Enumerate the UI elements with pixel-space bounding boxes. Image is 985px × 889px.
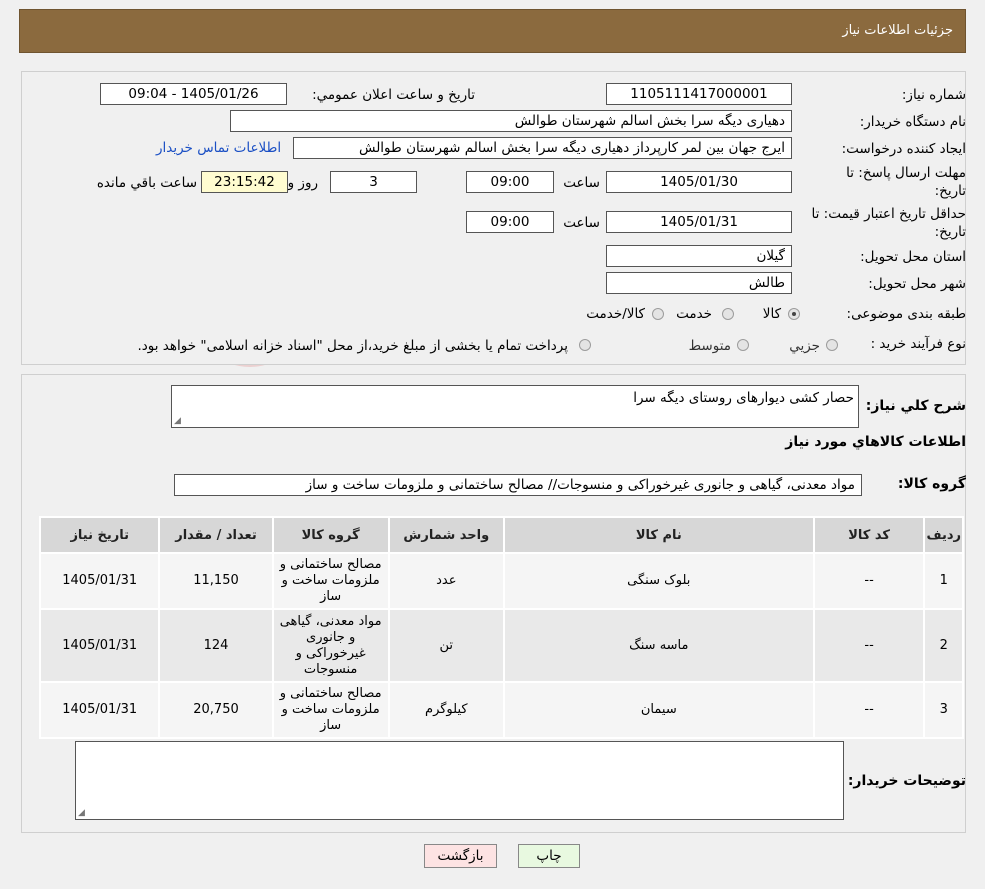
cell-row-number: 2	[923, 608, 964, 683]
need-number-field: 1105111417000001	[606, 83, 792, 105]
validity-time-label: ساعت	[563, 215, 600, 231]
creator-field: ایرج جهان بین لمر کارپرداز دهیاری دیگه س…	[293, 137, 792, 159]
category-radio-goods[interactable]	[788, 308, 800, 320]
cell-item-group: مواد معدنی، گیاهی و جانوری غیرخوراکی و م…	[271, 608, 390, 683]
goods-table: رديف کد کالا نام كالا واحد شمارش گروه کا…	[38, 516, 964, 739]
cell-quantity: 11,150	[158, 552, 274, 610]
days-label: روز و	[287, 175, 318, 191]
cell-item-name: ماسه سنگ	[502, 608, 815, 683]
cell-quantity: 20,750	[158, 681, 274, 739]
city-label: شهر محل تحویل:	[868, 276, 966, 292]
buyer-org-field: دهیاری دیگه سرا بخش اسالم شهرستان طوالش	[230, 110, 792, 132]
deadline-label-date: تاریخ:	[934, 183, 966, 199]
cell-item-name: بلوک سنگی	[502, 552, 815, 610]
deadline-date-field: 1405/01/30	[606, 171, 792, 193]
deadline-label: مهلت ارسال پاسخ: تا	[846, 165, 966, 181]
city-field: طالش	[606, 272, 792, 294]
process-option-partial: جزيي	[789, 338, 820, 354]
category-radio-goods-service[interactable]	[652, 308, 664, 320]
cell-item-code: --	[812, 608, 926, 683]
col-quantity: تعداد / مقدار	[158, 516, 274, 554]
cell-row-number: 3	[923, 681, 964, 739]
process-radio-partial[interactable]	[826, 339, 838, 351]
buyer-notes-label: توضیحات خریدار:	[847, 773, 966, 789]
col-item-name: نام كالا	[502, 516, 815, 554]
validity-label: حداقل تاریخ اعتبار قیمت: تا	[811, 206, 966, 222]
col-row-number: رديف	[923, 516, 964, 554]
table-row: 3 -- سیمان کیلوگرم مصالح ساختمانی و ملزو…	[38, 681, 964, 739]
province-label: استان محل تحویل:	[860, 249, 966, 265]
goods-group-label: گروه كالا:	[897, 476, 966, 492]
province-field: گیلان	[606, 245, 792, 267]
summary-label: شرح كلي نیاز:	[865, 398, 966, 414]
resize-grip-icon[interactable]: ◢	[78, 809, 85, 818]
cell-row-number: 1	[923, 552, 964, 610]
buyer-notes-textarea[interactable]: ◢	[75, 741, 844, 820]
process-radio-note[interactable]	[579, 339, 591, 351]
cell-unit: کیلوگرم	[387, 681, 505, 739]
col-unit: واحد شمارش	[387, 516, 505, 554]
buyer-org-label: نام دستگاه خریدار:	[859, 114, 966, 130]
cell-need-date: 1405/01/31	[38, 552, 161, 610]
days-remaining-field: 3	[330, 171, 417, 193]
table-header-row: رديف کد کالا نام كالا واحد شمارش گروه کا…	[38, 516, 964, 554]
category-option-goods-service: کالا/خدمت	[586, 306, 645, 322]
col-need-date: تاریخ نیاز	[38, 516, 161, 554]
col-item-group: گروه کالا	[271, 516, 390, 554]
resize-grip-icon[interactable]: ◢	[174, 417, 181, 426]
process-type-label: نوع فرآیند خرید :	[870, 336, 966, 352]
cell-item-group: مصالح ساختمانی و ملزومات ساخت و ساز	[271, 681, 390, 739]
cell-item-code: --	[812, 681, 926, 739]
validity-date-field: 1405/01/31	[606, 211, 792, 233]
cell-item-code: --	[812, 552, 926, 610]
cell-unit: تن	[387, 608, 505, 683]
validity-label-date: تاریخ:	[934, 224, 966, 240]
creator-label: ایجاد کننده درخواست:	[841, 141, 966, 157]
deadline-time-label: ساعت	[563, 175, 600, 191]
goods-group-field: مواد معدنی، گیاهی و جانوری غیرخوراکی و م…	[174, 474, 862, 496]
table-row: 2 -- ماسه سنگ تن مواد معدنی، گیاهی و جان…	[38, 608, 964, 683]
cell-quantity: 124	[158, 608, 274, 683]
category-label: طبقه بندی موضوعی:	[846, 306, 966, 322]
deadline-time-field: 09:00	[466, 171, 554, 193]
category-radio-service[interactable]	[722, 308, 734, 320]
print-button[interactable]: چاپ	[518, 844, 580, 868]
process-payment-note: پرداخت تمام یا بخشی از مبلغ خرید،از محل …	[137, 338, 568, 354]
category-option-goods: کالا	[762, 306, 781, 322]
goods-info-title: اطلاعات كالاهاي مورد نياز	[785, 434, 966, 450]
summary-textarea[interactable]: حصار کشی دیوارهای روستای دیگه سرا ◢	[171, 385, 859, 428]
buyer-contact-link[interactable]: اطلاعات تماس خریدار	[156, 140, 281, 156]
announce-label: تاریخ و ساعت اعلان عمومي:	[312, 87, 475, 103]
process-radio-medium[interactable]	[737, 339, 749, 351]
col-item-code: کد کالا	[812, 516, 926, 554]
page-header: جزئیات اطلاعات نیاز	[19, 9, 966, 53]
cell-item-name: سیمان	[502, 681, 815, 739]
remaining-time-field: 23:15:42	[201, 171, 288, 193]
category-option-service: خدمت	[676, 306, 712, 322]
cell-need-date: 1405/01/31	[38, 681, 161, 739]
cell-need-date: 1405/01/31	[38, 608, 161, 683]
page-title: جزئیات اطلاعات نیاز	[842, 23, 953, 38]
validity-time-field: 09:00	[466, 211, 554, 233]
cell-unit: عدد	[387, 552, 505, 610]
process-option-medium: متوسط	[688, 338, 731, 354]
table-row: 1 -- بلوک سنگی عدد مصالح ساختمانی و ملزو…	[38, 552, 964, 610]
cell-item-group: مصالح ساختمانی و ملزومات ساخت و ساز	[271, 552, 390, 610]
summary-text: حصار کشی دیوارهای روستای دیگه سرا	[633, 390, 854, 406]
remaining-time-label: ساعت باقي مانده	[96, 175, 197, 191]
announce-datetime-field: 1405/01/26 - 09:04	[100, 83, 287, 105]
back-button[interactable]: بازگشت	[424, 844, 497, 868]
need-number-label: شماره نیاز:	[901, 87, 966, 103]
